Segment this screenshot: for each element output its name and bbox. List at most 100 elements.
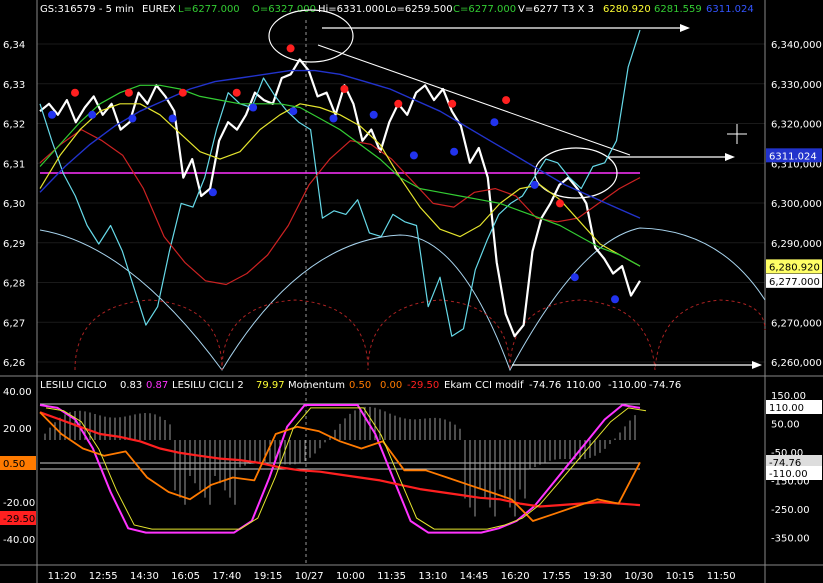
x-tick: 16:05 — [171, 571, 200, 582]
header-value-2: 6281.559 — [654, 4, 702, 15]
sell-signal-dot — [556, 199, 564, 208]
x-tick: 10:15 — [666, 571, 695, 582]
price-header: GS:316579 - 5 min EUREX L=6277.000 O=632… — [40, 4, 754, 15]
osc-value-5: 0.00 — [380, 380, 402, 391]
osc-badge: 0.50 — [0, 456, 36, 470]
x-tick: 16:20 — [501, 571, 530, 582]
price-badge-text: 6,280.920 — [769, 262, 820, 273]
sell-signal-dot — [448, 99, 457, 108]
header-close: C=6277.000 — [453, 4, 516, 15]
osc-badge: -29.50 — [0, 511, 36, 525]
y-tick-right: 6,340,000 — [771, 40, 822, 51]
header-value-1: 6280.920 — [603, 4, 651, 15]
oscillator-header: LESILU CICLO 0.83 0.87 LESILU CICLI 2 79… — [40, 380, 681, 391]
x-tick: 11:35 — [377, 571, 406, 582]
osc-y-tick-right: 50.00 — [771, 420, 800, 431]
y-tick-right: 6,300,000 — [771, 199, 822, 210]
osc-value-6: -29.50 — [407, 380, 439, 391]
sell-signal-dot — [286, 44, 295, 53]
header-last: L=6277.000 — [178, 4, 240, 15]
buy-signal-dot — [490, 118, 499, 127]
x-tick: 11:50 — [707, 571, 736, 582]
buy-signal-dot — [249, 103, 258, 112]
sell-signal-dot — [394, 99, 403, 108]
buy-signal-dot — [329, 114, 338, 123]
y-tick-left: 6,33 — [3, 80, 25, 91]
buy-signal-dot — [530, 180, 539, 189]
x-tick: 10/27 — [295, 571, 324, 582]
osc-value-7: -74.76 — [529, 380, 561, 391]
y-tick-right: 6,330,000 — [771, 80, 822, 91]
osc-badge-text: -29.50 — [3, 514, 35, 525]
buy-signal-dot — [611, 295, 619, 304]
y-tick-left: 6,26 — [3, 358, 25, 369]
buy-signal-dot — [128, 114, 137, 123]
osc-y-tick-left: -20.00 — [3, 498, 35, 509]
y-tick-left: 6,29 — [3, 239, 25, 250]
buy-signal-dot — [289, 107, 298, 116]
y-tick-right: 6,320,000 — [771, 120, 822, 131]
osc-name-1: LESILU CICLO — [40, 380, 107, 391]
osc-value-1: 0.83 — [120, 380, 142, 391]
y-tick-left: 6,31 — [3, 159, 25, 170]
osc-y-tick-left: -40.00 — [3, 535, 35, 546]
price-badge: 6311.024 — [766, 148, 822, 163]
sell-signal-dot — [71, 88, 79, 97]
osc-value-10: -74.76 — [649, 380, 681, 391]
x-tick: 17:55 — [542, 571, 571, 582]
buy-signal-dot — [168, 114, 177, 123]
price-badge-text: 6,277.000 — [769, 277, 820, 288]
osc-badge: -110.00 — [766, 466, 822, 480]
header-mode: T3 X 3 — [561, 4, 594, 15]
osc-name-3: Momentum — [288, 380, 345, 391]
x-tick: 11:20 — [48, 571, 77, 582]
sell-signal-dot — [232, 88, 241, 97]
price-badge-text: 6311.024 — [769, 151, 817, 162]
buy-signal-dot — [450, 147, 459, 156]
price-badge: 6,277.000 — [766, 273, 822, 288]
osc-badge: 110.00 — [766, 400, 822, 414]
y-tick-right: 6,260,000 — [771, 358, 822, 369]
osc-badge-text: 0.50 — [3, 459, 25, 470]
sell-signal-dot — [502, 96, 511, 105]
buy-signal-dot — [369, 110, 378, 119]
x-tick: 14:30 — [130, 571, 159, 582]
header-symbol: GS:316579 - 5 min — [40, 4, 134, 15]
osc-value-2: 0.87 — [146, 380, 168, 391]
y-tick-left: 6,30 — [3, 199, 25, 210]
buy-signal-dot — [570, 273, 579, 282]
y-tick-left: 6,28 — [3, 279, 25, 290]
sell-signal-dot — [340, 85, 349, 93]
osc-y-tick-left: 40.00 — [3, 387, 32, 398]
osc-y-tick-right: -250.00 — [771, 505, 810, 516]
header-open: O=6327.000 — [252, 4, 316, 15]
header-volume: V=6277 — [518, 4, 559, 15]
sell-signal-dot — [124, 88, 133, 97]
osc-y-tick-left: 20.00 — [3, 424, 32, 435]
buy-signal-dot — [208, 188, 217, 197]
osc-name-2: LESILU CICLI 2 — [172, 380, 244, 391]
osc-badge-text: -110.00 — [769, 469, 808, 480]
x-tick: 10/30 — [624, 571, 653, 582]
y-tick-left: 6,27 — [3, 318, 25, 329]
y-tick-left: 6,34 — [3, 40, 25, 51]
header-low: Lo=6259.500 — [385, 4, 453, 15]
price-badge: 6,280.920 — [766, 259, 822, 274]
osc-value-8: 110.00 — [566, 380, 601, 391]
osc-name-4: Ekam CCI modif — [444, 380, 524, 391]
x-tick: 13:10 — [418, 571, 447, 582]
buy-signal-dot — [88, 110, 97, 119]
header-high: Hi=6331.000 — [318, 4, 384, 15]
x-tick: 19:15 — [254, 571, 283, 582]
osc-badge-text: 110.00 — [769, 403, 804, 414]
osc-value-9: -110.00 — [608, 380, 647, 391]
osc-y-tick-right: -350.00 — [771, 534, 810, 545]
osc-value-3: 79.97 — [256, 380, 285, 391]
chart-background — [0, 0, 823, 583]
x-tick: 10:00 — [336, 571, 365, 582]
buy-signal-dot — [48, 110, 56, 119]
header-value-3: 6311.024 — [706, 4, 754, 15]
sell-signal-dot — [178, 88, 187, 97]
x-tick: 17:40 — [212, 571, 241, 582]
header-exchange: EUREX — [142, 4, 176, 15]
